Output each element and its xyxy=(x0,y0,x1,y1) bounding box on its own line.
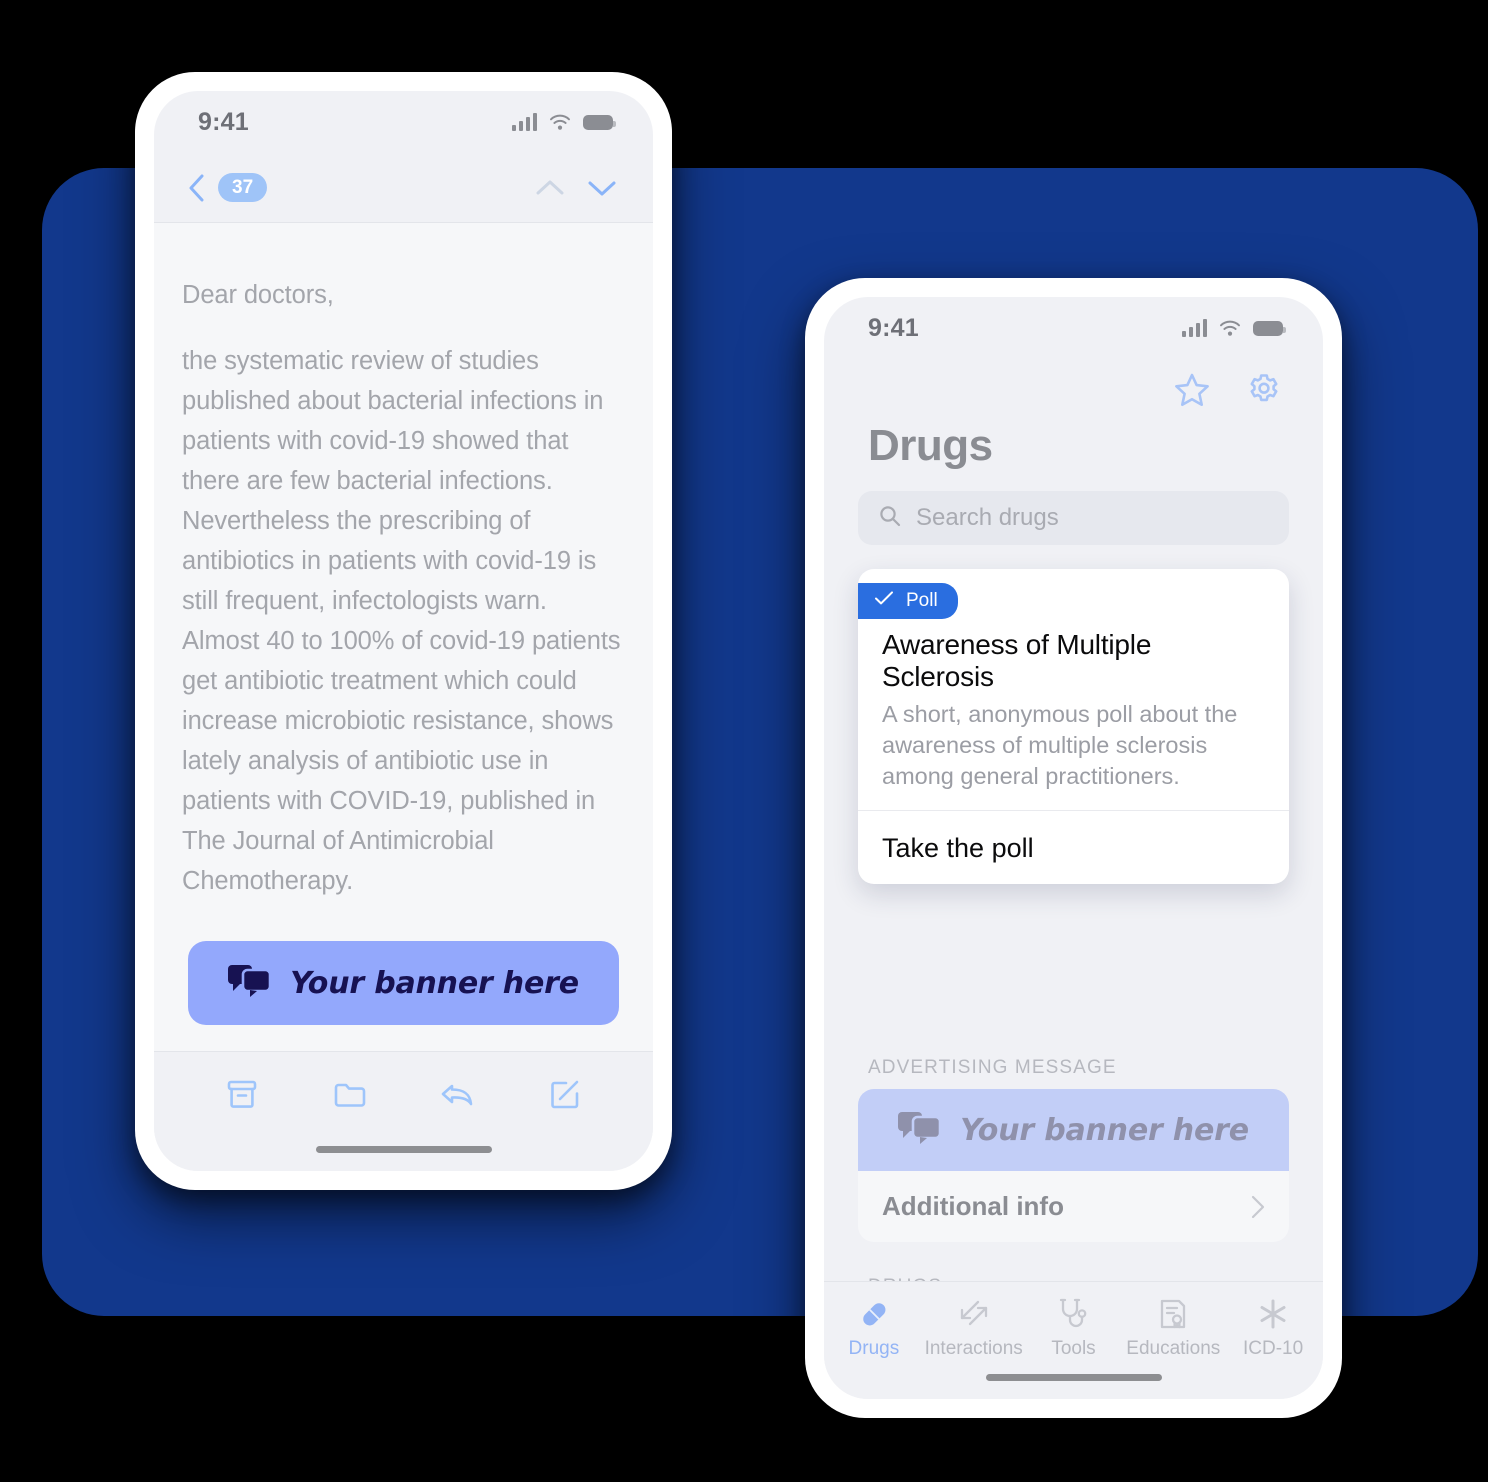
mail-greeting: Dear doctors, xyxy=(182,281,334,309)
mail-advertising-banner[interactable]: Your banner here xyxy=(188,941,619,1025)
star-of-life-icon xyxy=(1255,1296,1291,1332)
compose-pencil-icon[interactable] xyxy=(545,1074,585,1114)
status-clock: 9:41 xyxy=(868,313,919,342)
certificate-icon xyxy=(1155,1296,1191,1332)
poll-description: A short, anonymous poll about the awaren… xyxy=(882,701,1238,789)
home-indicator xyxy=(985,1374,1162,1381)
stethoscope-icon xyxy=(1055,1296,1091,1332)
search-placeholder: Search drugs xyxy=(916,504,1059,531)
tab-drugs[interactable]: Drugs xyxy=(824,1296,924,1360)
crossing-arrows-icon xyxy=(956,1296,992,1332)
search-input[interactable]: Search drugs xyxy=(858,491,1289,545)
mail-paragraph-1: the systematic review of studies publish… xyxy=(182,347,621,895)
advertising-section: ADVERTISING MESSAGE Your banner here Add… xyxy=(824,1057,1323,1242)
chevron-right-icon xyxy=(1251,1195,1265,1219)
status-icon-group xyxy=(1182,319,1286,337)
search-icon xyxy=(878,504,902,533)
mail-status-bar: 9:41 xyxy=(154,91,653,153)
screenshot-stage: 9:41 37 Dear doctors, the systematic rev… xyxy=(0,0,1488,1482)
tab-educations[interactable]: Educations xyxy=(1123,1296,1223,1360)
mail-message-body: Dear doctors, the systematic review of s… xyxy=(154,223,653,1171)
tab-label: Tools xyxy=(1051,1338,1096,1359)
archive-icon[interactable] xyxy=(222,1074,262,1114)
mail-navigation-bar: 37 xyxy=(154,153,653,223)
additional-info-row[interactable]: Additional info xyxy=(858,1171,1289,1242)
drugs-phone-frame: 9:41 Drugs Search drugs Poll Awareness o… xyxy=(805,278,1342,1418)
advertising-card: Your banner here Additional info xyxy=(858,1089,1289,1242)
chevron-up-icon[interactable] xyxy=(533,171,567,205)
additional-info-label: Additional info xyxy=(882,1191,1064,1221)
chevron-left-icon[interactable] xyxy=(188,174,204,202)
cellular-signal-icon xyxy=(512,113,537,131)
tab-icd-10[interactable]: ICD-10 xyxy=(1223,1296,1323,1360)
drugs-header-actions xyxy=(824,359,1323,409)
take-the-poll-button[interactable]: Take the poll xyxy=(858,811,1289,884)
section-label-advertising: ADVERTISING MESSAGE xyxy=(868,1057,1117,1078)
status-icon-group xyxy=(512,113,616,131)
poll-card[interactable]: Poll Awareness of Multiple Sclerosis A s… xyxy=(858,569,1289,884)
advertising-banner-text: Your banner here xyxy=(960,1112,1249,1148)
reply-arrow-icon[interactable] xyxy=(437,1074,477,1114)
battery-icon xyxy=(1253,320,1286,336)
folder-icon[interactable] xyxy=(330,1074,370,1114)
mail-bottom-toolbar xyxy=(154,1051,653,1171)
chat-bubbles-icon xyxy=(228,964,272,1003)
wifi-icon xyxy=(1219,319,1241,337)
mail-phone-frame: 9:41 37 Dear doctors, the systematic rev… xyxy=(135,72,672,1190)
unread-count-badge[interactable]: 37 xyxy=(218,172,268,203)
advertising-banner[interactable]: Your banner here xyxy=(858,1089,1289,1171)
mail-phone-screen: 9:41 37 Dear doctors, the systematic rev… xyxy=(154,91,653,1171)
poll-badge-label: Poll xyxy=(906,590,938,611)
drugs-phone-screen: 9:41 Drugs Search drugs Poll Awareness o… xyxy=(824,297,1323,1399)
star-icon[interactable] xyxy=(1173,371,1211,409)
home-indicator xyxy=(315,1146,492,1153)
bottom-tab-bar: Drugs Interactions Tools Educations ICD-… xyxy=(824,1281,1323,1399)
tab-label: ICD-10 xyxy=(1242,1338,1304,1359)
poll-title: Awareness of Multiple Sclerosis xyxy=(882,629,1152,692)
chevron-down-icon[interactable] xyxy=(585,171,619,205)
check-icon xyxy=(874,590,894,612)
pill-icon xyxy=(856,1296,892,1332)
gear-icon[interactable] xyxy=(1245,371,1283,409)
poll-card-body: Awareness of Multiple Sclerosis A short,… xyxy=(858,629,1289,810)
tab-label: Interactions xyxy=(924,1338,1023,1359)
mail-banner-text: Your banner here xyxy=(290,965,579,1001)
tab-label: Educations xyxy=(1126,1338,1221,1359)
page-title: Drugs xyxy=(868,421,993,470)
drugs-status-bar: 9:41 xyxy=(824,297,1323,359)
tab-interactions[interactable]: Interactions xyxy=(924,1296,1024,1360)
battery-icon xyxy=(583,114,616,130)
tab-tools[interactable]: Tools xyxy=(1024,1296,1124,1360)
wifi-icon xyxy=(549,113,571,131)
chat-bubbles-icon xyxy=(898,1111,942,1150)
status-clock: 9:41 xyxy=(198,107,249,136)
cellular-signal-icon xyxy=(1182,319,1207,337)
tab-label: Drugs xyxy=(848,1338,900,1359)
status-badge: Poll xyxy=(858,583,958,619)
